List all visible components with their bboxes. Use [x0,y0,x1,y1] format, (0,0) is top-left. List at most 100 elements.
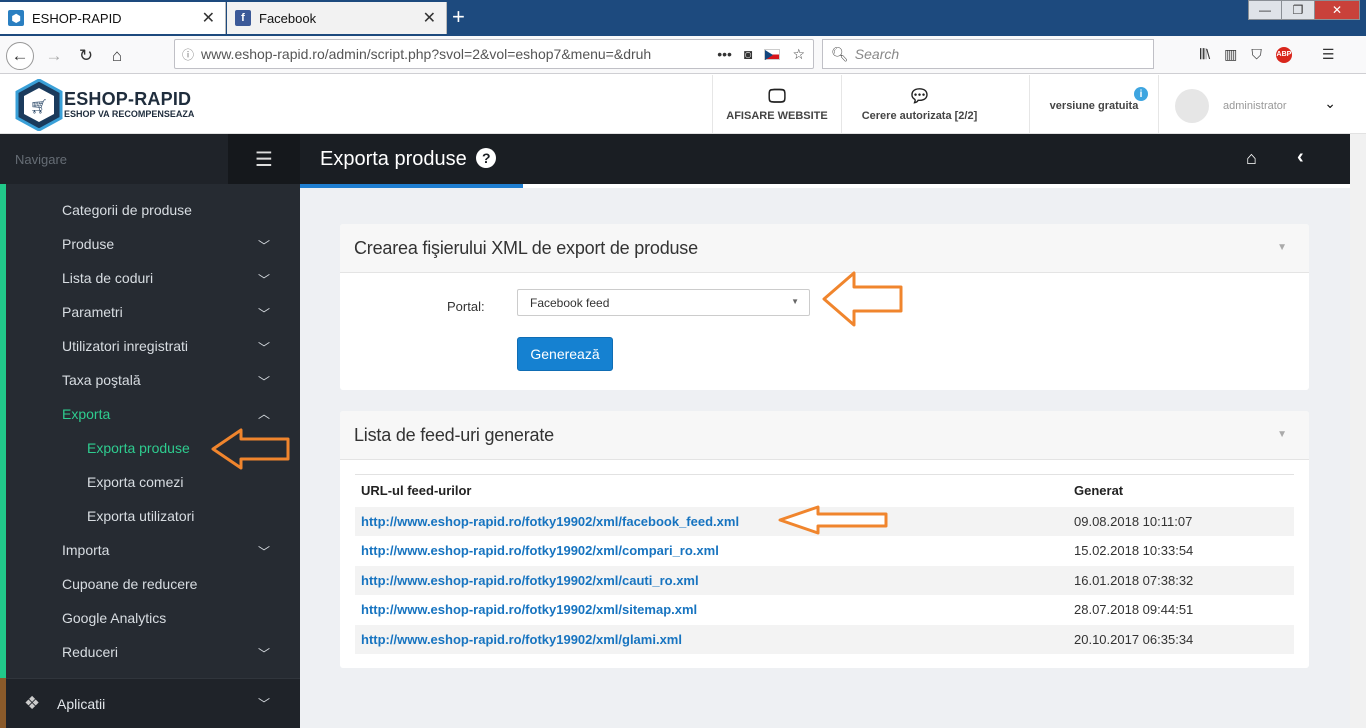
feed-date: 09.08.2018 10:11:07 [1074,506,1294,536]
forward-arrow-icon[interactable]: → [40,42,68,70]
library-icon[interactable]: 𝄃𝄃\ [1200,46,1210,63]
adblock-icon[interactable]: ABP [1275,46,1292,63]
select-arrow-icon: ▼ [791,297,799,306]
feeds-table: URL-ul feed-urilor Generat http://www.es… [355,474,1294,654]
requests-label: Cerere autorizata [2/2] [861,110,978,122]
chevron-down-icon[interactable]: ﹀ [258,543,270,560]
chat-bubbles-icon: 💬︎ [908,86,931,106]
browser-tab-eshop[interactable]: ⬢ ESHOP-RAPID ✕ [0,2,226,34]
sidebar-item-importa[interactable]: Importa [62,542,109,558]
help-icon[interactable]: ? [476,148,497,168]
page-scrollbar[interactable] [1350,134,1366,728]
sidebar-item-google-analytics[interactable]: Google Analytics [62,610,166,626]
sidebar-item-exporta-utilizatori[interactable]: Exporta utilizatori [87,508,194,524]
hamburger-icon[interactable]: ☰ [228,134,300,184]
portal-label: Portal: [447,299,485,314]
logo-subtitle: ESHOP VA RECOMPENSEAZA [64,109,195,119]
main-content: Crearea fişierului XML de export de prod… [300,188,1350,728]
annotation-arrow-left-icon [211,428,290,470]
chevron-down-icon[interactable]: ﹀ [258,305,270,322]
sidebar-item-aplicatii[interactable]: ❖ Aplicatii ﹀ [0,678,300,728]
sidebar-item-produse[interactable]: Produse [62,236,114,252]
website-button[interactable]: 🖵︎ AFISARE WEBSITE [712,75,841,133]
cubes-icon: ❖ [24,693,41,713]
portal-select[interactable]: Facebook feed ▼ [517,289,810,316]
feed-url-link[interactable]: http://www.eshop-rapid.ro/fotky19902/xml… [355,624,1074,654]
chevron-down-icon[interactable]: ﹀ [258,645,270,662]
browser-tab-bar: ⬢ ESHOP-RAPID ✕ f Facebook ✕ + — ❐ ✕ [0,0,1366,36]
maximize-icon[interactable]: ❐ [1281,0,1315,20]
page-actions-icon[interactable]: ••• [717,46,732,63]
minimize-icon[interactable]: — [1248,0,1282,20]
eshop-logo-icon[interactable]: 🛒︎ [15,79,63,131]
sidebar-footer-label: Aplicatii [57,696,106,712]
feed-url-link[interactable]: http://www.eshop-rapid.ro/fotky19902/xml… [355,536,1074,566]
feeds-panel: Lista de feed-uri generate ▼ URL-ul feed… [340,411,1309,668]
chevron-down-icon[interactable]: ﹀ [258,695,270,712]
browser-tab-facebook[interactable]: f Facebook ✕ [227,2,447,34]
chevron-up-icon[interactable]: ︿ [258,405,270,422]
annotation-arrow-left-icon [778,505,888,535]
requests-button[interactable]: 💬︎ Cerere autorizata [2/2] [841,75,997,133]
reload-icon[interactable]: ↻ [72,42,100,70]
window-close-icon[interactable]: ✕ [1314,0,1360,20]
version-box[interactable]: versiune gratuita i [1029,75,1158,133]
feed-date: 15.02.2018 10:33:54 [1074,543,1194,559]
collapse-caret-icon[interactable]: ▼ [1277,429,1287,440]
feed-url-link[interactable]: http://www.eshop-rapid.ro/fotky19902/xml… [355,506,1074,536]
facebook-favicon-icon: f [235,10,251,26]
sidebar-item-lista-coduri[interactable]: Lista de coduri [62,270,153,286]
menu-icon[interactable]: ☰ [1322,46,1335,63]
sidebar-item-taxa-postala[interactable]: Taxa poştală [62,372,141,388]
annotation-arrow-left-icon [822,271,903,327]
feed-date: 28.07.2018 09:44:51 [1074,602,1194,618]
pocket-icon[interactable]: ◙ [744,46,752,63]
feed-url-link[interactable]: http://www.eshop-rapid.ro/fotky19902/xml… [355,595,1074,625]
user-menu[interactable]: administrator ⌄ [1158,75,1366,133]
info-icon[interactable]: i [1134,87,1148,101]
search-placeholder: Search [854,46,900,62]
chevron-down-icon[interactable]: ⌄ [1324,95,1336,112]
sidebar-item-cupoane[interactable]: Cupoane de reducere [62,576,197,592]
chevron-down-icon[interactable]: ﹀ [258,271,270,288]
url-bar[interactable]: ⓘ www.eshop-rapid.ro/admin/script.php?sv… [174,39,814,69]
website-label: AFISARE WEBSITE [726,110,828,122]
sidebar-item-exporta[interactable]: Exporta [62,406,110,422]
chevron-down-icon[interactable]: ﹀ [258,373,270,390]
sidebar-item-reduceri[interactable]: Reduceri [62,644,118,660]
sidebar-item-parametri[interactable]: Parametri [62,304,123,320]
sidebar-item-exporta-comezi[interactable]: Exporta comezi [87,474,183,490]
czech-flag-icon[interactable] [764,48,781,60]
table-row: http://www.eshop-rapid.ro/fotky19902/xml… [355,536,1294,566]
sidebar-accent-bar [0,184,6,678]
new-tab-icon[interactable]: + [452,4,465,30]
chevron-down-icon[interactable]: ﹀ [258,237,270,254]
feed-date: 16.01.2018 07:38:32 [1074,565,1294,595]
home-icon[interactable]: ⌂ [103,42,131,70]
sidebar-toggle-icon[interactable]: ▥ [1224,46,1237,63]
portal-select-value: Facebook feed [530,295,610,310]
back-arrow-icon[interactable]: ← [6,42,34,70]
sidebar-item-utilizatori[interactable]: Utilizatori inregistrati [62,338,188,354]
ublock-icon[interactable]: ⛉ [1251,46,1262,63]
close-tab-icon[interactable]: ✕ [423,8,436,28]
monitor-icon: 🖵︎ [768,86,786,106]
sidebar-item-exporta-produse[interactable]: Exporta produse [87,440,190,456]
sidebar-item-categorii[interactable]: Categorii de produse [62,202,192,218]
site-info-icon[interactable]: ⓘ [175,46,201,63]
generate-button[interactable]: Generează [517,337,613,371]
home-icon[interactable]: ⌂ [1246,148,1257,169]
url-text: www.eshop-rapid.ro/admin/script.php?svol… [201,46,652,62]
search-input[interactable]: 🔍︎ Search [822,39,1154,69]
chevron-left-icon[interactable]: ‹ [1297,146,1304,169]
close-tab-icon[interactable]: ✕ [202,8,215,28]
bookmark-star-icon[interactable]: ☆ [792,46,805,63]
feed-url-link[interactable]: http://www.eshop-rapid.ro/fotky19902/xml… [355,565,1074,595]
svg-text:🛒︎: 🛒︎ [30,99,48,115]
chevron-down-icon[interactable]: ﹀ [258,339,270,356]
eshop-favicon-icon: ⬢ [8,10,24,26]
app-header: 🛒︎ ESHOP-RAPID ESHOP VA RECOMPENSEAZA 🖵︎… [0,75,1366,134]
collapse-caret-icon[interactable]: ▼ [1277,242,1287,253]
user-name: administrator [1223,100,1287,112]
feed-date: 20.10.2017 06:35:34 [1074,624,1294,654]
